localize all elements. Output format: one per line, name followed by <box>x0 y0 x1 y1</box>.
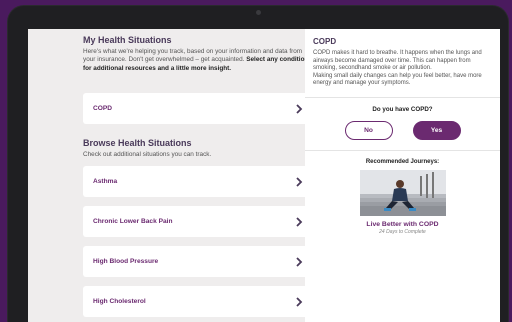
yes-button[interactable]: Yes <box>412 120 461 140</box>
chevron-right-icon <box>296 176 303 187</box>
condition-card-copd[interactable]: COPD <box>83 93 315 124</box>
browse-subtitle: Check out additional situations you can … <box>83 151 212 158</box>
chevron-right-icon <box>296 103 303 114</box>
chevron-right-icon <box>296 216 303 227</box>
divider <box>305 96 500 98</box>
screen: My Health Situations Here's what we're h… <box>28 29 500 322</box>
browse-section: Browse Health Situations Check out addit… <box>83 138 313 159</box>
selection-pointer <box>315 99 323 115</box>
browse-title: Browse Health Situations <box>83 138 192 148</box>
journey-photo[interactable] <box>359 169 446 216</box>
browse-card-label: Asthma <box>93 178 118 185</box>
journey-photo-image <box>359 169 446 216</box>
camera-dot <box>256 10 261 15</box>
condition-card-label: COPD <box>93 105 113 112</box>
answer-buttons: No Yes <box>313 120 492 140</box>
tablet-frame: My Health Situations Here's what we're h… <box>8 6 508 322</box>
detail-description-2: Making small daily changes can help you … <box>313 72 482 87</box>
copd-question: Do you have COPD? <box>372 105 433 113</box>
detail-title: COPD <box>313 37 337 46</box>
journey-title[interactable]: Live Better with COPD <box>313 221 492 228</box>
browse-card-high-blood-pressure[interactable]: High Blood Pressure <box>83 246 315 277</box>
browse-card-asthma[interactable]: Asthma <box>83 166 315 197</box>
browse-card-label: High Blood Pressure <box>93 258 159 265</box>
detail-description: COPD makes it hard to breathe. It happen… <box>313 50 482 72</box>
my-health-title: My Health Situations <box>83 35 172 45</box>
journey-subtitle: 24 Days to Complete <box>379 228 426 235</box>
chevron-right-icon <box>296 256 303 267</box>
my-health-description: Here's what we're helping you track, bas… <box>83 48 313 73</box>
my-health-section: My Health Situations Here's what we're h… <box>83 35 313 73</box>
browse-card-label: Chronic Lower Back Pain <box>93 218 173 225</box>
browse-card-high-cholesterol[interactable]: High Cholesterol <box>83 286 315 317</box>
browse-card-chronic-lower-back-pain[interactable]: Chronic Lower Back Pain <box>83 206 315 237</box>
browse-card-label: High Cholesterol <box>93 298 146 305</box>
recommended-journeys-label: Recommended Journeys: <box>365 158 440 165</box>
divider <box>305 149 500 151</box>
chevron-right-icon <box>296 296 303 307</box>
condition-detail-panel: COPD COPD makes it hard to breathe. It h… <box>305 29 500 322</box>
no-button[interactable]: No <box>344 120 393 140</box>
